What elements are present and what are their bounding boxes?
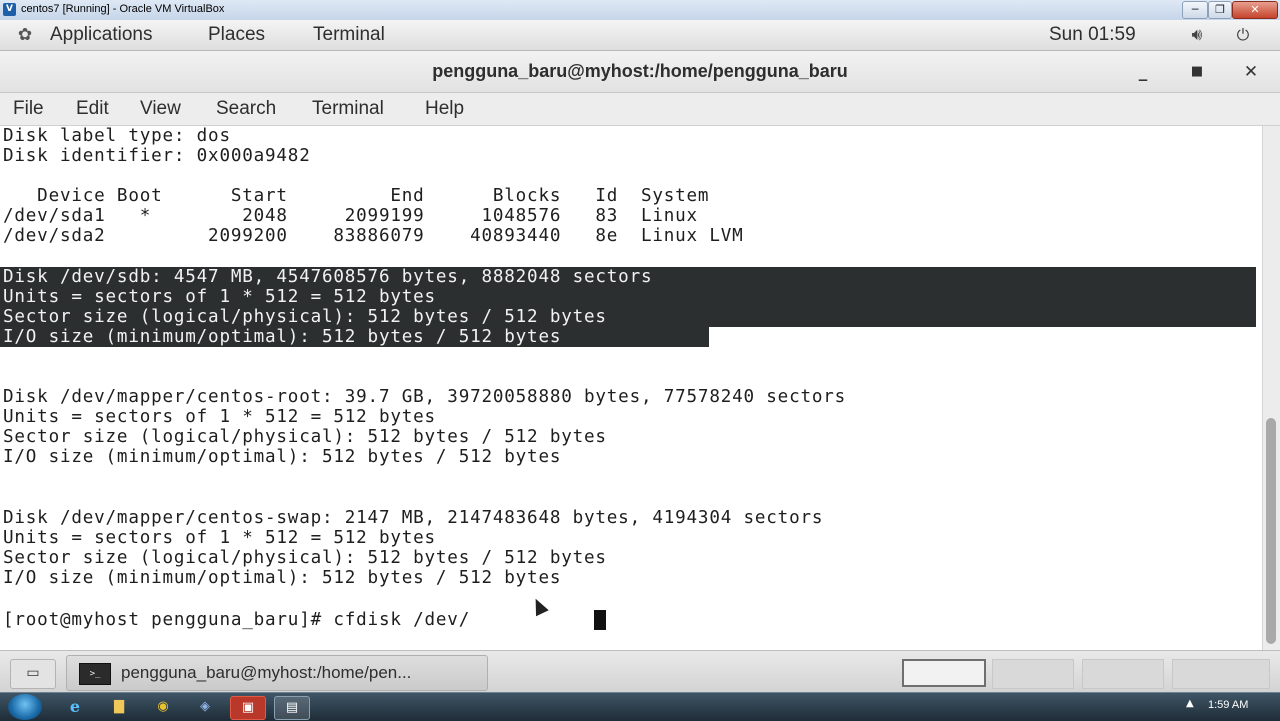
- terminal-menubar: File Edit View Search Terminal Help: [0, 93, 1280, 126]
- applications-menu[interactable]: Applications: [50, 24, 152, 46]
- mouse-pointer-icon: [529, 595, 549, 617]
- maximize-button[interactable]: ■: [1184, 60, 1210, 84]
- gnome-window-list: ▭ >_ pengguna_baru@myhost:/home/pen...: [0, 650, 1280, 693]
- menu-edit[interactable]: Edit: [76, 98, 109, 120]
- terminal-line-selected: I/O size (minimum/optimal): 512 bytes / …: [3, 327, 562, 347]
- start-button[interactable]: [8, 694, 42, 720]
- panel-clock[interactable]: Sun 01:59: [1049, 24, 1136, 46]
- terminal-line: Sector size (logical/physical): 512 byte…: [3, 427, 607, 447]
- terminal-line: I/O size (minimum/optimal): 512 bytes / …: [3, 568, 562, 588]
- terminal-line: Disk /dev/mapper/centos-root: 39.7 GB, 3…: [3, 387, 847, 407]
- workspace-2[interactable]: [992, 659, 1074, 689]
- terminal-line: Units = sectors of 1 * 512 = 512 bytes: [3, 528, 436, 548]
- windows-taskbar: e ▇ ◉ ◈ ▣ ▤ ▲ 1:59 AM: [0, 692, 1280, 721]
- terminal-line: Disk identifier: 0x000a9482: [3, 146, 311, 166]
- host-close-button[interactable]: ✕: [1232, 1, 1278, 19]
- chrome-icon[interactable]: ◉: [146, 696, 180, 718]
- terminal-line-selected: Sector size (logical/physical): 512 byte…: [3, 307, 607, 327]
- task-button-label: pengguna_baru@myhost:/home/pen...: [121, 663, 412, 682]
- places-menu[interactable]: Places: [208, 24, 265, 46]
- terminal-line: Disk label type: dos: [3, 126, 231, 146]
- gnome-top-panel: ✿ Applications Places Terminal Sun 01:59…: [0, 20, 1280, 51]
- command-prompt-line[interactable]: [root@myhost pengguna_baru]# cfdisk /dev…: [3, 610, 470, 630]
- folder-icon[interactable]: ▇: [102, 696, 136, 718]
- app-icon[interactable]: ▣: [230, 696, 266, 720]
- workspace-3[interactable]: [1082, 659, 1164, 689]
- workspace-1[interactable]: [902, 659, 986, 687]
- menu-help[interactable]: Help: [425, 98, 464, 120]
- terminal-line: Units = sectors of 1 * 512 = 512 bytes: [3, 407, 436, 427]
- terminal-window-title: pengguna_baru@myhost:/home/pengguna_baru: [432, 61, 848, 81]
- gnome-foot-icon[interactable]: ✿: [14, 25, 36, 45]
- tray-expand-icon[interactable]: ▲: [1186, 698, 1194, 709]
- text-cursor: [594, 610, 606, 630]
- terminal-task-button[interactable]: >_ pengguna_baru@myhost:/home/pen...: [66, 655, 488, 691]
- terminal-line: Sector size (logical/physical): 512 byte…: [3, 548, 607, 568]
- terminal-line-selected: Disk /dev/sdb: 4547 MB, 4547608576 bytes…: [3, 267, 653, 287]
- terminal-line-selected: Units = sectors of 1 * 512 = 512 bytes: [3, 287, 436, 307]
- virtualbox-icon[interactable]: ◈: [188, 696, 222, 718]
- terminal-line: I/O size (minimum/optimal): 512 bytes / …: [3, 447, 562, 467]
- ie-icon[interactable]: e: [58, 696, 92, 718]
- terminal-app-menu[interactable]: Terminal: [313, 24, 385, 46]
- vm-window-icon[interactable]: ▤: [274, 696, 310, 720]
- terminal-title-bar[interactable]: pengguna_baru@myhost:/home/pengguna_baru…: [0, 51, 1280, 93]
- menu-view[interactable]: View: [140, 98, 181, 120]
- workspace-4[interactable]: [1172, 659, 1270, 689]
- power-icon[interactable]: ⏻: [1232, 25, 1254, 45]
- terminal-line: /dev/sda2 2099200 83886079 40893440 8e L…: [3, 226, 744, 246]
- host-maximize-button[interactable]: ❐: [1208, 1, 1232, 19]
- terminal-line: Disk /dev/mapper/centos-swap: 2147 MB, 2…: [3, 508, 824, 528]
- terminal-line: /dev/sda1 * 2048 2099199 1048576 83 Linu…: [3, 206, 698, 226]
- volume-icon[interactable]: 🔊︎: [1184, 25, 1210, 45]
- windows-clock[interactable]: 1:59 AM: [1208, 699, 1248, 711]
- terminal-output[interactable]: Disk label type: dos Disk identifier: 0x…: [0, 126, 1262, 650]
- close-button[interactable]: ✕: [1238, 60, 1264, 84]
- menu-search[interactable]: Search: [216, 98, 276, 120]
- menu-terminal[interactable]: Terminal: [312, 98, 384, 120]
- menu-file[interactable]: File: [13, 98, 44, 120]
- scrollbar-thumb[interactable]: [1266, 418, 1276, 644]
- show-desktop-button[interactable]: ▭: [10, 659, 56, 689]
- terminal-scrollbar[interactable]: [1262, 126, 1280, 650]
- terminal-line: Device Boot Start End Blocks Id System: [3, 186, 710, 206]
- host-minimize-button[interactable]: ─: [1182, 1, 1208, 19]
- virtualbox-icon: V: [3, 3, 16, 16]
- virtualbox-window-title: centos7 [Running] - Oracle VM VirtualBox: [21, 3, 225, 15]
- virtualbox-title-bar: V centos7 [Running] - Oracle VM VirtualB…: [0, 0, 1280, 21]
- terminal-icon: >_: [79, 663, 111, 685]
- minimize-button[interactable]: _: [1130, 60, 1156, 84]
